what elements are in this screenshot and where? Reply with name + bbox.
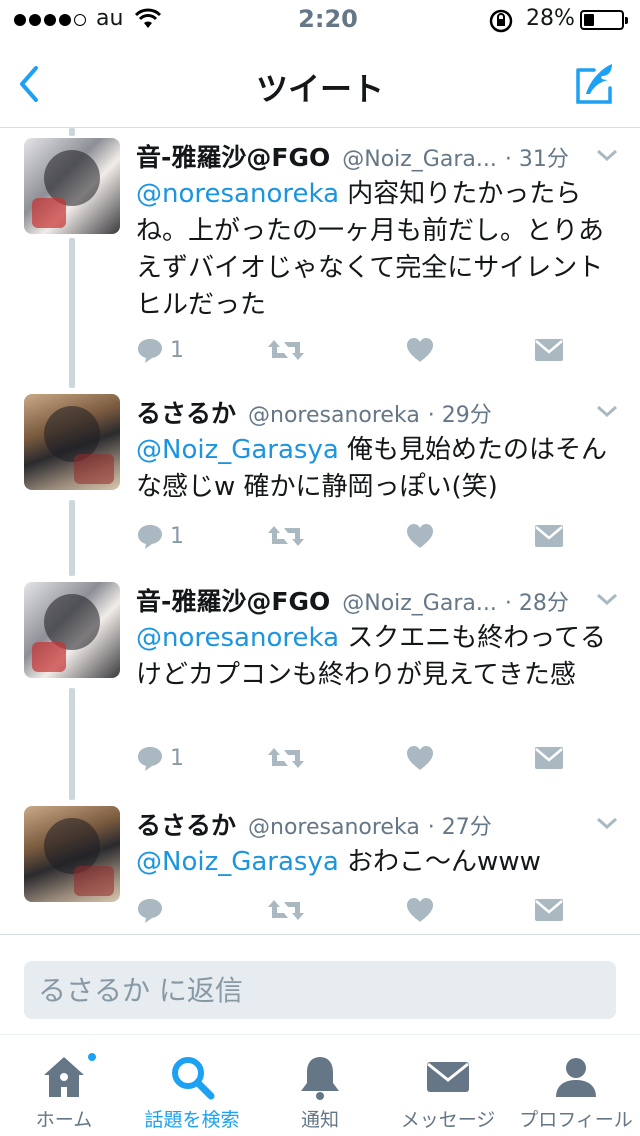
mention-link[interactable]: @noresanoreka: [136, 179, 339, 209]
retweet-icon: [268, 900, 304, 920]
tab-label: プロフィール: [519, 1109, 633, 1131]
tab-label: ホーム: [35, 1109, 93, 1131]
tab-profile[interactable]: プロフィール: [512, 1035, 640, 1136]
user-handle[interactable]: @noresanoreka: [248, 403, 420, 428]
envelope-icon: [535, 899, 563, 921]
retweet-icon: [268, 526, 304, 546]
reply-icon: [138, 525, 162, 549]
envelope-icon: [535, 747, 563, 769]
like-button[interactable]: [406, 894, 434, 926]
tab-home[interactable]: ホーム: [0, 1035, 128, 1136]
avatar[interactable]: [24, 582, 120, 678]
tweet-actions: 1: [136, 520, 576, 552]
avatar[interactable]: [24, 394, 120, 490]
reply-composer: [0, 934, 640, 1034]
search-icon: [172, 1057, 215, 1100]
tweet[interactable]: るさるか @noresanoreka · 27分 @Noiz_Garasya お…: [0, 806, 640, 934]
tweet-text: @Noiz_Garasya おわこ〜んwww: [136, 847, 541, 877]
heart-icon: [407, 746, 433, 770]
like-button[interactable]: [406, 520, 434, 552]
chevron-down-icon[interactable]: [594, 402, 620, 420]
thread-connector-line: [69, 128, 75, 136]
tweet-text: @noresanoreka スクエニも終わってるけどカプコンも終わりが見えてきた…: [136, 623, 606, 690]
display-name[interactable]: 音-雅羅沙@FGO: [136, 138, 330, 174]
envelope-icon: [535, 339, 563, 361]
avatar[interactable]: [24, 806, 120, 902]
tweet-text: @Noiz_Garasya 俺も見始めたのはそんな感じw 確かに静岡っぽい(笑): [136, 435, 608, 502]
display-name[interactable]: 音-雅羅沙@FGO: [136, 582, 330, 618]
battery-percentage: 28%: [526, 6, 575, 31]
conversation-thread: 音-雅羅沙@FGO @Noiz_Gara... · 31分 @noresanor…: [0, 128, 640, 934]
display-name[interactable]: るさるか: [136, 806, 236, 842]
tweet-actions: 1: [136, 334, 576, 366]
user-handle[interactable]: @Noiz_Gara...: [342, 147, 497, 172]
navigation-bar: ツイート: [0, 40, 640, 128]
reply-button[interactable]: [136, 894, 170, 926]
tweet-timestamp: · 27分: [427, 815, 492, 840]
like-button[interactable]: [406, 334, 434, 366]
tab-search[interactable]: 話題を検索: [128, 1035, 256, 1136]
reply-icon: [138, 339, 162, 363]
reply-count: 1: [170, 745, 184, 771]
tab-label: 話題を検索: [144, 1109, 240, 1131]
tab-label: 通知: [300, 1109, 339, 1131]
reply-count: 1: [170, 337, 184, 363]
home-icon: [44, 1057, 84, 1097]
chevron-down-icon[interactable]: [594, 814, 620, 832]
retweet-button[interactable]: [266, 520, 306, 552]
direct-message-button[interactable]: [534, 742, 564, 774]
tweet[interactable]: 音-雅羅沙@FGO @Noiz_Gara... · 28分 @noresanor…: [0, 582, 640, 782]
avatar[interactable]: [24, 138, 120, 234]
reply-button[interactable]: 1: [136, 742, 184, 774]
retweet-icon: [268, 340, 304, 360]
reply-icon: [138, 899, 162, 923]
tweet-actions: [136, 894, 576, 926]
tweet-timestamp: · 29分: [427, 403, 492, 428]
heart-icon: [407, 524, 433, 548]
tab-bar: ホーム 話題を検索 通知 メッセージ プロフィール: [0, 1034, 640, 1136]
page-title: ツイート: [255, 70, 384, 108]
display-name[interactable]: るさるか: [136, 394, 236, 430]
tab-notifications[interactable]: 通知: [256, 1035, 384, 1136]
tweet[interactable]: るさるか @noresanoreka · 29分 @Noiz_Garasya 俺…: [0, 394, 640, 562]
user-handle[interactable]: @noresanoreka: [248, 815, 420, 840]
chevron-down-icon[interactable]: [594, 590, 620, 608]
person-icon: [556, 1058, 596, 1097]
envelope-icon: [535, 525, 563, 547]
retweet-button[interactable]: [266, 334, 306, 366]
mention-link[interactable]: @noresanoreka: [136, 623, 339, 653]
reply-icon: [138, 747, 162, 771]
tweet[interactable]: 音-雅羅沙@FGO @Noiz_Gara... · 31分 @noresanor…: [0, 138, 640, 400]
direct-message-button[interactable]: [534, 334, 564, 366]
tweet-actions: 1: [136, 742, 576, 774]
tab-messages[interactable]: メッセージ: [384, 1035, 512, 1136]
like-button[interactable]: [406, 742, 434, 774]
retweet-button[interactable]: [266, 742, 306, 774]
reply-count: 1: [170, 523, 184, 549]
mention-link[interactable]: @Noiz_Garasya: [136, 435, 339, 465]
compose-tweet-icon[interactable]: [572, 60, 620, 108]
notification-dot: [86, 1051, 98, 1063]
reply-button[interactable]: 1: [136, 334, 184, 366]
user-handle[interactable]: @Noiz_Gara...: [342, 591, 497, 616]
envelope-icon: [427, 1062, 469, 1092]
tweet-timestamp: · 31分: [504, 147, 569, 172]
status-bar: au 2:20 28%: [0, 0, 640, 40]
reply-button[interactable]: 1: [136, 520, 184, 552]
reply-input[interactable]: [24, 961, 616, 1019]
tweet-text: @noresanoreka 内容知りたかったらね。上がったの一ヶ月も前だし。とり…: [136, 179, 605, 320]
tweet-timestamp: · 28分: [504, 591, 569, 616]
tab-label: メッセージ: [400, 1109, 496, 1131]
mention-link[interactable]: @Noiz_Garasya: [136, 847, 339, 877]
direct-message-button[interactable]: [534, 894, 564, 926]
bell-icon: [301, 1057, 339, 1100]
rotation-lock-icon: [489, 9, 513, 33]
heart-icon: [407, 898, 433, 922]
chevron-down-icon[interactable]: [594, 146, 620, 164]
retweet-icon: [268, 748, 304, 768]
retweet-button[interactable]: [266, 894, 306, 926]
direct-message-button[interactable]: [534, 520, 564, 552]
heart-icon: [407, 338, 433, 362]
battery-icon: [580, 10, 628, 30]
